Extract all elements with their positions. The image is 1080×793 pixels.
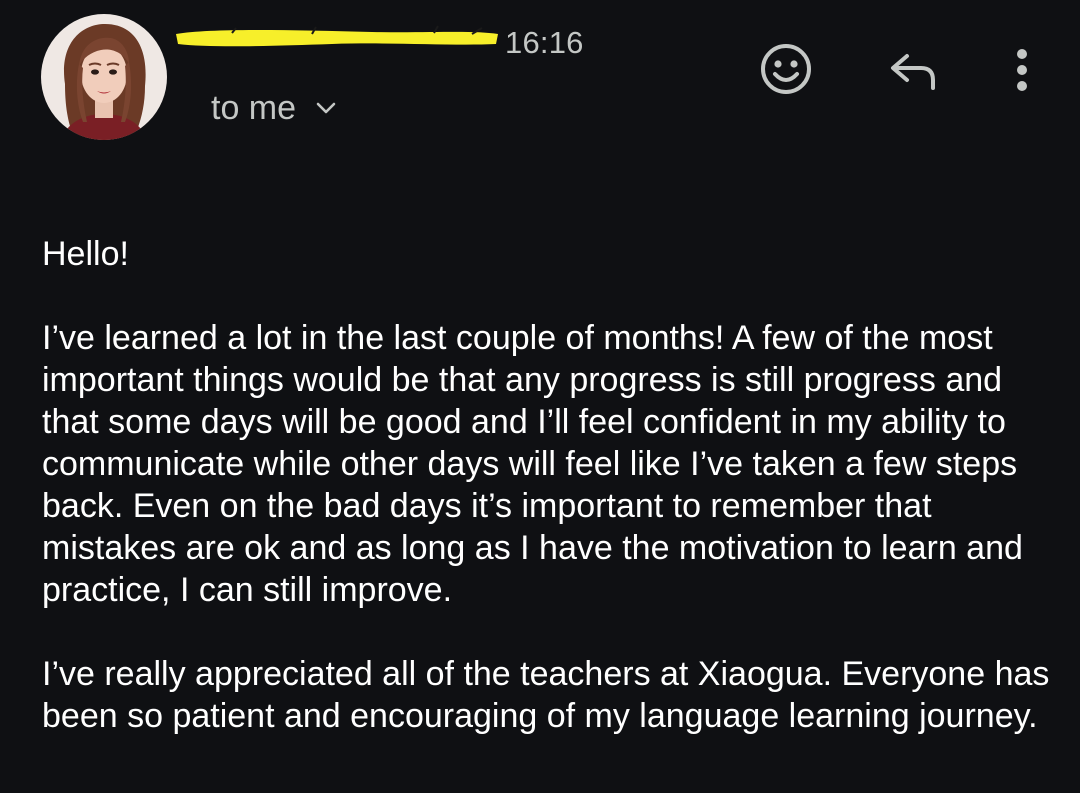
chevron-down-icon	[316, 101, 336, 120]
reply-icon	[891, 54, 935, 90]
message-header: 16:16 to me	[0, 0, 1080, 160]
sender-name-redacted	[176, 25, 498, 47]
recipients-label: to me	[211, 88, 297, 127]
more-vert-icon	[1017, 49, 1027, 91]
message-paragraph: I’ve learned a lot in the last couple of…	[42, 319, 1023, 609]
add-emoji-reaction-icon	[761, 44, 811, 94]
reply-button[interactable]	[880, 40, 946, 100]
message-greeting: Hello!	[42, 235, 129, 273]
message-time: 16:16	[505, 25, 584, 60]
sender-avatar[interactable]	[41, 14, 167, 140]
message-paragraph: I’ve really appreciated all of the teach…	[42, 655, 1050, 735]
message-body: Hello! I’ve learned a lot in the last co…	[42, 233, 1052, 779]
more-options-button[interactable]	[1002, 40, 1042, 100]
recipients-toggle[interactable]: to me	[211, 88, 336, 128]
avatar-photo	[41, 14, 167, 140]
add-reaction-button[interactable]	[753, 36, 819, 102]
